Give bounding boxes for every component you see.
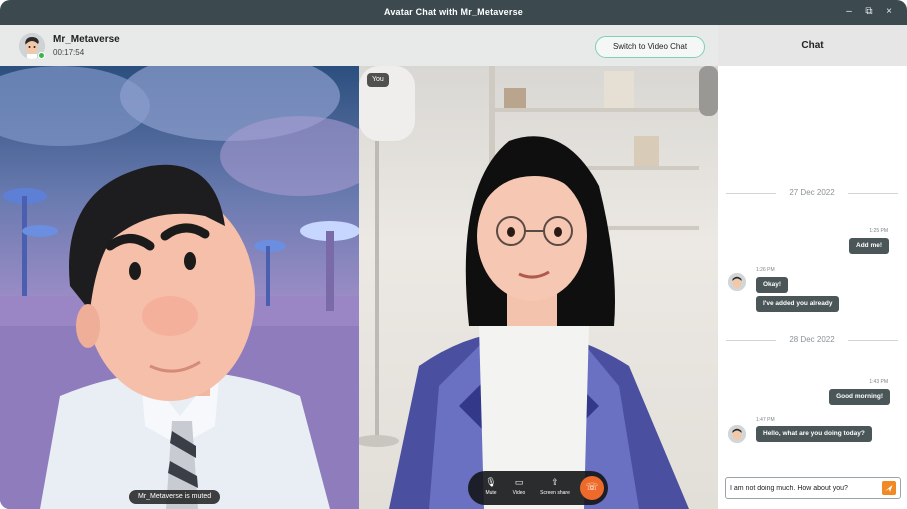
peer-avatar xyxy=(728,273,746,291)
remote-avatar-scene xyxy=(0,66,359,509)
message-timestamp: 1:47 PM xyxy=(756,417,775,423)
message-bubble-incoming: I've added you already xyxy=(756,296,840,312)
local-video-pane: You 🎙 Mute ▭ Video ⇪ Screen share ☏ xyxy=(359,66,718,509)
video-label: Video xyxy=(512,490,526,496)
message-input[interactable] xyxy=(730,480,880,496)
chat-composer xyxy=(725,477,901,499)
message-bubble-outgoing: Good morning! xyxy=(829,389,890,405)
microphone-icon: 🎙 xyxy=(485,477,497,487)
call-timer: 00:17:54 xyxy=(53,48,85,57)
message-timestamp: 1:25 PM xyxy=(869,228,888,234)
video-camera-icon: ▭ xyxy=(514,477,524,487)
switch-to-video-chat-button[interactable]: Switch to Video Chat xyxy=(595,36,705,58)
mute-button[interactable]: 🎙 Mute xyxy=(476,475,506,501)
send-icon xyxy=(885,485,893,492)
avatar-face-icon xyxy=(728,273,746,291)
message-bubble-incoming: Okay! xyxy=(756,277,789,293)
call-header: Mr_Metaverse 00:17:54 Switch to Video Ch… xyxy=(0,25,718,66)
mute-label: Mute xyxy=(485,490,497,496)
chat-panel: Chat 27 Dec 2022 1:25 PM Add me! 1:26 PM… xyxy=(718,25,907,509)
chat-title: Chat xyxy=(718,25,907,66)
peer-avatar xyxy=(728,425,746,443)
minimize-button[interactable]: – xyxy=(842,5,856,19)
date-separator: 27 Dec 2022 xyxy=(726,187,898,199)
app-window: Avatar Chat with Mr_Metaverse – ⧉ × Mr_M… xyxy=(0,0,907,509)
local-avatar-scene xyxy=(359,66,718,509)
end-call-icon: ☏ xyxy=(585,482,599,493)
message-timestamp: 1:43 PM xyxy=(869,379,888,385)
title-bar: Avatar Chat with Mr_Metaverse – ⧉ × xyxy=(0,0,907,25)
message-bubble-outgoing: Add me! xyxy=(849,238,889,254)
end-call-button[interactable]: ☏ xyxy=(580,476,604,500)
close-button[interactable]: × xyxy=(882,5,896,19)
local-you-label: You xyxy=(367,73,389,87)
screen-share-button[interactable]: ⇪ Screen share xyxy=(536,475,574,501)
maximize-button[interactable]: ⧉ xyxy=(862,5,876,19)
message-timestamp: 1:26 PM xyxy=(756,267,775,273)
window-title: Avatar Chat with Mr_Metaverse xyxy=(383,7,523,17)
avatar-face-icon xyxy=(728,425,746,443)
online-status-dot xyxy=(38,52,45,59)
message-bubble-incoming: Hello, what are you doing today? xyxy=(756,426,872,442)
video-toggle-button[interactable]: ▭ Video xyxy=(504,475,534,501)
remote-muted-label: Mr_Metaverse is muted xyxy=(129,490,221,504)
remote-video-pane: Mr_Metaverse is muted xyxy=(0,66,359,509)
date-separator: 28 Dec 2022 xyxy=(726,334,898,346)
send-button[interactable] xyxy=(882,481,896,495)
screen-share-icon: ⇪ xyxy=(551,477,559,487)
call-controls-bar: 🎙 Mute ▭ Video ⇪ Screen share ☏ xyxy=(468,471,608,505)
contact-name: Mr_Metaverse xyxy=(53,34,120,45)
screen-share-label: Screen share xyxy=(540,490,570,496)
